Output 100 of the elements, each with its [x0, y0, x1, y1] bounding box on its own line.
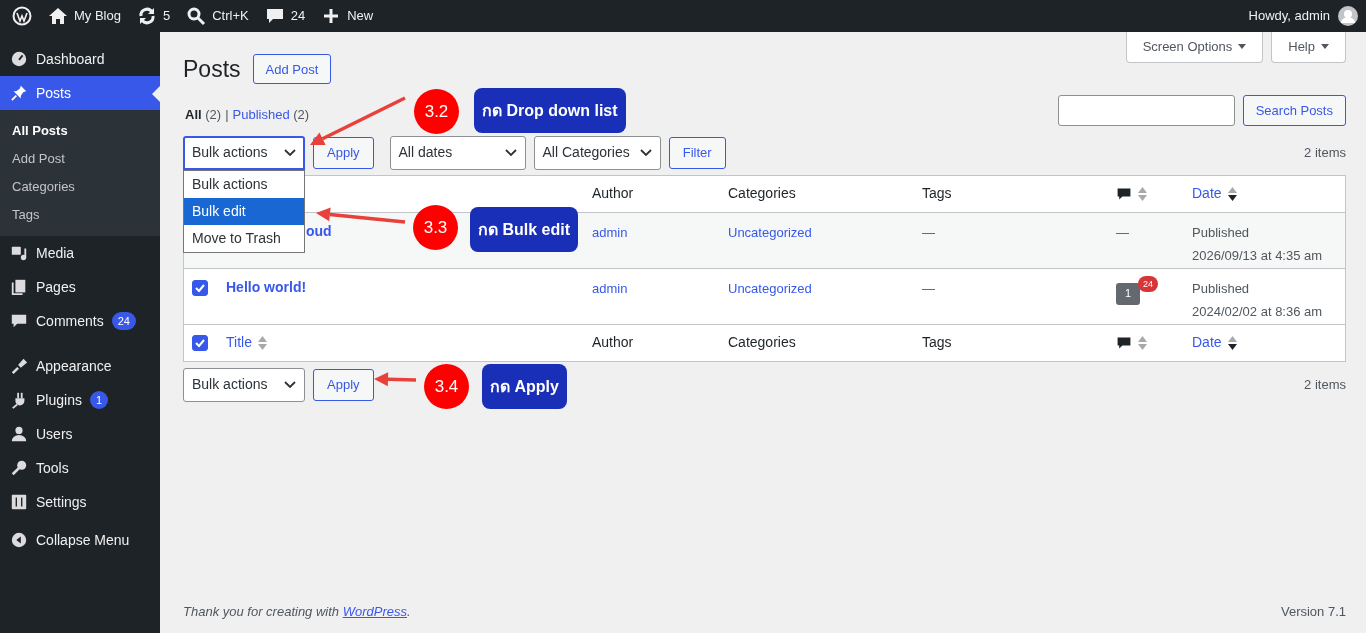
step-marker: 3.4 [424, 364, 469, 409]
column-sort-link[interactable]: Date [1192, 332, 1222, 353]
version-text: Version 7.1 [1280, 602, 1346, 621]
view-link[interactable]: Published (2) [232, 104, 310, 124]
menu-item[interactable]: Settings [0, 485, 160, 519]
column-header: Tags [922, 184, 952, 203]
column-sort-link[interactable]: Title [226, 332, 252, 353]
item-count: 2 items [1304, 143, 1346, 162]
gauge-icon [10, 50, 28, 68]
post-title-link[interactable]: Hello world! [226, 276, 307, 298]
view-link[interactable]: All (2) [185, 104, 222, 124]
logo-icon [12, 6, 32, 26]
filter-select[interactable]: All Categories [533, 135, 661, 170]
toolbar-label[interactable]: Ctrl+K [212, 6, 249, 26]
callout-label: กด Bulk edit [470, 207, 578, 252]
filter-select[interactable]: All dates [389, 135, 526, 170]
menu-item[interactable]: Tools [0, 451, 160, 485]
collapse-icon [10, 531, 28, 549]
search-posts-button[interactable]: Search Posts [1242, 94, 1346, 126]
column-header: Author [592, 184, 634, 203]
menu-item[interactable]: Plugins 1 [0, 383, 160, 417]
column-header: Categories [728, 184, 796, 203]
separator: | [225, 105, 229, 124]
table-cell-text: — [1116, 223, 1129, 242]
apply-button[interactable]: Apply [313, 136, 374, 169]
search-icon [186, 6, 207, 26]
add-post-button[interactable]: Add Post [252, 54, 332, 85]
post-status: Published [1192, 223, 1250, 242]
toolbar-label[interactable]: 24 [290, 6, 306, 26]
item-count: 2 items [1304, 375, 1346, 394]
caret-icon [1321, 44, 1329, 50]
media-icon [10, 244, 28, 262]
search-field[interactable] [1057, 94, 1235, 126]
count-badge: 1 [89, 391, 109, 409]
post-date: 2026/09/13 at 4:35 am [1192, 247, 1323, 265]
dropdown-option[interactable]: Bulk actions [184, 170, 304, 198]
screen-meta-button[interactable]: Screen Options [1125, 32, 1264, 63]
chevron-icon [504, 148, 517, 157]
pages-icon [10, 278, 28, 296]
toolbar-label[interactable]: 5 [162, 6, 171, 26]
dropdown-option[interactable]: Move to Trash [184, 224, 304, 252]
apply-button[interactable]: Apply [313, 368, 374, 401]
toolbar-label[interactable]: My Blog [74, 6, 121, 26]
column-header: Author [592, 333, 634, 352]
user-icon [10, 425, 28, 443]
menu-item[interactable]: Comments 24 [0, 304, 160, 338]
wordpress-link[interactable]: WordPress [342, 603, 407, 619]
submenu-item[interactable]: Categories [0, 173, 160, 201]
dropdown-option[interactable]: Bulk edit [184, 197, 304, 225]
step-marker: 3.2 [414, 89, 459, 134]
comment-icon [1116, 185, 1132, 202]
pending-count-badge[interactable]: 24 [1138, 275, 1158, 292]
menu-item[interactable]: Posts [0, 76, 160, 110]
column-header: Tags [922, 333, 952, 352]
menu-item[interactable]: Media [0, 236, 160, 270]
callout-label: กด Apply [482, 364, 567, 409]
menu-item[interactable]: Users [0, 417, 160, 451]
toolbar-label[interactable]: New [347, 6, 374, 26]
greeting-text[interactable]: Howdy, admin [1248, 6, 1330, 26]
checkbox[interactable] [192, 334, 208, 351]
chevron-icon [639, 148, 652, 157]
screen-meta-button[interactable]: Help [1271, 32, 1346, 63]
menu-item[interactable]: Pages [0, 270, 160, 304]
column-sort-link[interactable]: Date [1192, 183, 1222, 204]
submenu-item[interactable]: Add Post [0, 145, 160, 173]
checkbox[interactable] [192, 279, 208, 296]
column-header: Categories [728, 333, 796, 352]
submenu-item[interactable]: All Posts [0, 117, 160, 145]
menu-item[interactable]: Dashboard [0, 42, 160, 76]
bulk-actions-select[interactable]: Bulk actions [183, 135, 305, 170]
footer-text: Thank you for creating with WordPress. [183, 602, 411, 621]
caret-icon [1238, 44, 1247, 50]
category-link[interactable]: Uncategorized [728, 278, 812, 298]
category-link[interactable]: Uncategorized [728, 222, 812, 242]
brush-icon [10, 357, 28, 375]
home-icon [48, 6, 68, 26]
page-title: Posts [183, 55, 241, 84]
refresh-icon [136, 6, 157, 26]
avatar-icon[interactable] [1338, 6, 1358, 26]
comment-icon [1116, 334, 1132, 351]
table-cell-text: — [922, 223, 935, 242]
pin-icon [10, 84, 28, 102]
submenu-item[interactable]: Tags [0, 201, 160, 229]
collapse-menu[interactable]: Collapse Menu [0, 523, 160, 557]
chevron-icon [284, 148, 296, 157]
post-title-link[interactable]: oud [306, 220, 332, 242]
comment-count-bubble[interactable]: 1 [1116, 282, 1140, 305]
arrow [374, 372, 417, 387]
table-cell-text: — [922, 279, 935, 298]
callout-label: กด Drop down list [474, 88, 626, 133]
menu-item[interactable]: Appearance [0, 349, 160, 383]
filter-button[interactable]: Filter [668, 136, 726, 169]
sliders-icon [10, 493, 28, 511]
comment-icon [264, 6, 285, 26]
author-link[interactable]: admin [592, 222, 628, 242]
bulk-actions-select[interactable]: Bulk actions [183, 367, 305, 402]
post-status: Published [1192, 279, 1250, 298]
post-date: 2024/02/02 at 8:36 am [1192, 303, 1323, 321]
author-link[interactable]: admin [592, 278, 628, 298]
count-badge: 24 [111, 312, 136, 330]
